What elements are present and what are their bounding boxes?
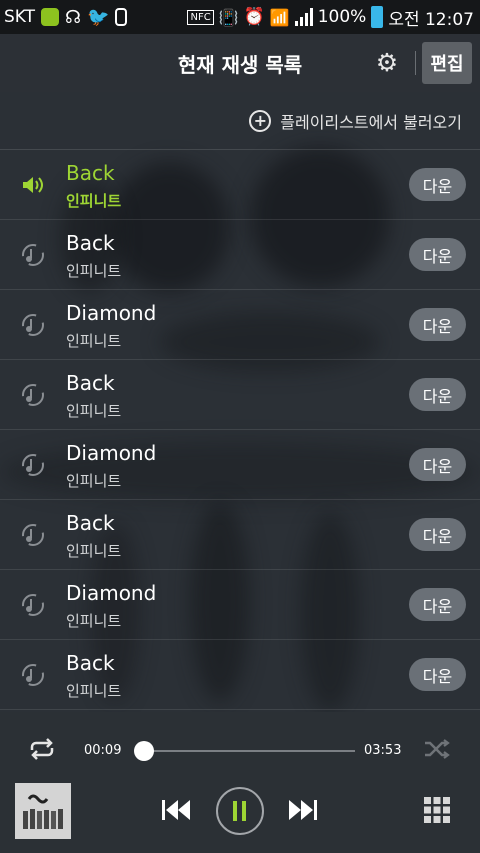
track-artist: 인피니트	[66, 402, 122, 420]
music-note-icon	[22, 454, 44, 476]
pause-icon	[233, 801, 246, 821]
gear-icon[interactable]: ⚙	[374, 50, 400, 76]
download-button[interactable]: 다운	[409, 588, 466, 621]
track-artist: 인피니트	[66, 332, 122, 350]
grid-icon[interactable]	[424, 797, 450, 823]
battery-percent: 100%	[317, 7, 367, 27]
download-button[interactable]: 다운	[409, 518, 466, 551]
edit-button[interactable]: 편집	[422, 42, 472, 84]
alarm-icon: ⏰	[243, 7, 265, 27]
download-button[interactable]: 다운	[409, 658, 466, 691]
speaker-icon	[23, 177, 43, 193]
wifi-icon: 📶	[269, 7, 290, 27]
load-playlist-label: 플레이리스트에서 불러오기	[280, 112, 462, 132]
track-row[interactable]: Back 인피니트 다운	[0, 500, 480, 570]
track-row[interactable]: Back 인피니트 다운	[0, 640, 480, 710]
repeat-icon[interactable]	[28, 738, 56, 760]
download-button[interactable]: 다운	[409, 308, 466, 341]
track-row[interactable]: Diamond 인피니트 다운	[0, 430, 480, 500]
download-button[interactable]: 다운	[409, 168, 466, 201]
download-button[interactable]: 다운	[409, 238, 466, 271]
track-artist: 인피니트	[66, 612, 122, 630]
download-button[interactable]: 다운	[409, 448, 466, 481]
track-row[interactable]: Diamond 인피니트 다운	[0, 290, 480, 360]
carrier-label: SKT	[4, 7, 36, 27]
track-artist: 인피니트	[66, 472, 122, 490]
track-title: Back	[66, 231, 115, 255]
shuffle-icon[interactable]	[423, 738, 451, 760]
total-time: 03:53	[364, 743, 402, 758]
header: 현재 재생 목록 ⚙ 편집	[0, 34, 480, 92]
track-title: Diamond	[66, 301, 157, 325]
track-title: Diamond	[66, 441, 157, 465]
track-title: Back	[66, 651, 115, 675]
music-note-icon	[22, 244, 44, 266]
seek-bar[interactable]	[133, 741, 355, 761]
album-art-image	[15, 783, 71, 839]
track-list: Back 인피니트 다운 Back 인피니트 다운 Diamond 인피니트 다…	[0, 150, 480, 710]
music-note-icon	[22, 524, 44, 546]
signal-icon	[294, 8, 313, 26]
clock: 오전 12:07	[388, 9, 474, 30]
track-title: Back	[66, 371, 115, 395]
twitter-icon: 🐦	[87, 6, 110, 28]
divider	[415, 51, 416, 75]
plus-circle-icon: +	[249, 109, 272, 132]
pause-button[interactable]	[216, 787, 264, 835]
load-playlist-button[interactable]: + 플레이리스트에서 불러오기	[0, 92, 480, 150]
music-note-icon	[22, 664, 44, 686]
nfc-icon: NFC	[187, 9, 214, 25]
music-note-icon	[22, 594, 44, 616]
music-note-icon	[22, 314, 44, 336]
track-row[interactable]: Back 인피니트 다운	[0, 360, 480, 430]
next-icon[interactable]	[287, 797, 319, 823]
track-title: Back	[66, 161, 115, 185]
track-artist: 인피니트	[66, 542, 122, 560]
album-art[interactable]	[15, 783, 71, 839]
track-row[interactable]: Back 인피니트 다운	[0, 220, 480, 290]
status-bar: SKT ☊ 🐦 NFC 📳 ⏰ 📶 100% 오전 12:07	[0, 0, 480, 34]
current-time: 00:09	[84, 743, 122, 758]
page-title: 현재 재생 목록	[177, 52, 303, 77]
progress-area: 00:09 03:53	[0, 712, 480, 786]
seek-thumb[interactable]	[133, 741, 154, 761]
track-artist: 인피니트	[66, 682, 122, 700]
track-title: Diamond	[66, 581, 157, 605]
download-button[interactable]: 다운	[409, 378, 466, 411]
vibrate-icon: 📳	[218, 7, 239, 27]
previous-icon[interactable]	[160, 797, 192, 823]
player-controls	[0, 783, 480, 853]
app-notification-icon	[41, 8, 60, 26]
track-row[interactable]: Diamond 인피니트 다운	[0, 570, 480, 640]
track-title: Back	[66, 511, 115, 535]
phone-icon	[115, 8, 128, 26]
battery-icon	[371, 6, 384, 28]
track-artist: 인피니트	[66, 262, 122, 280]
track-artist: 인피니트	[66, 192, 122, 210]
headphone-icon: ☊	[65, 6, 82, 28]
music-note-icon	[22, 384, 44, 406]
track-row[interactable]: Back 인피니트 다운	[0, 150, 480, 220]
